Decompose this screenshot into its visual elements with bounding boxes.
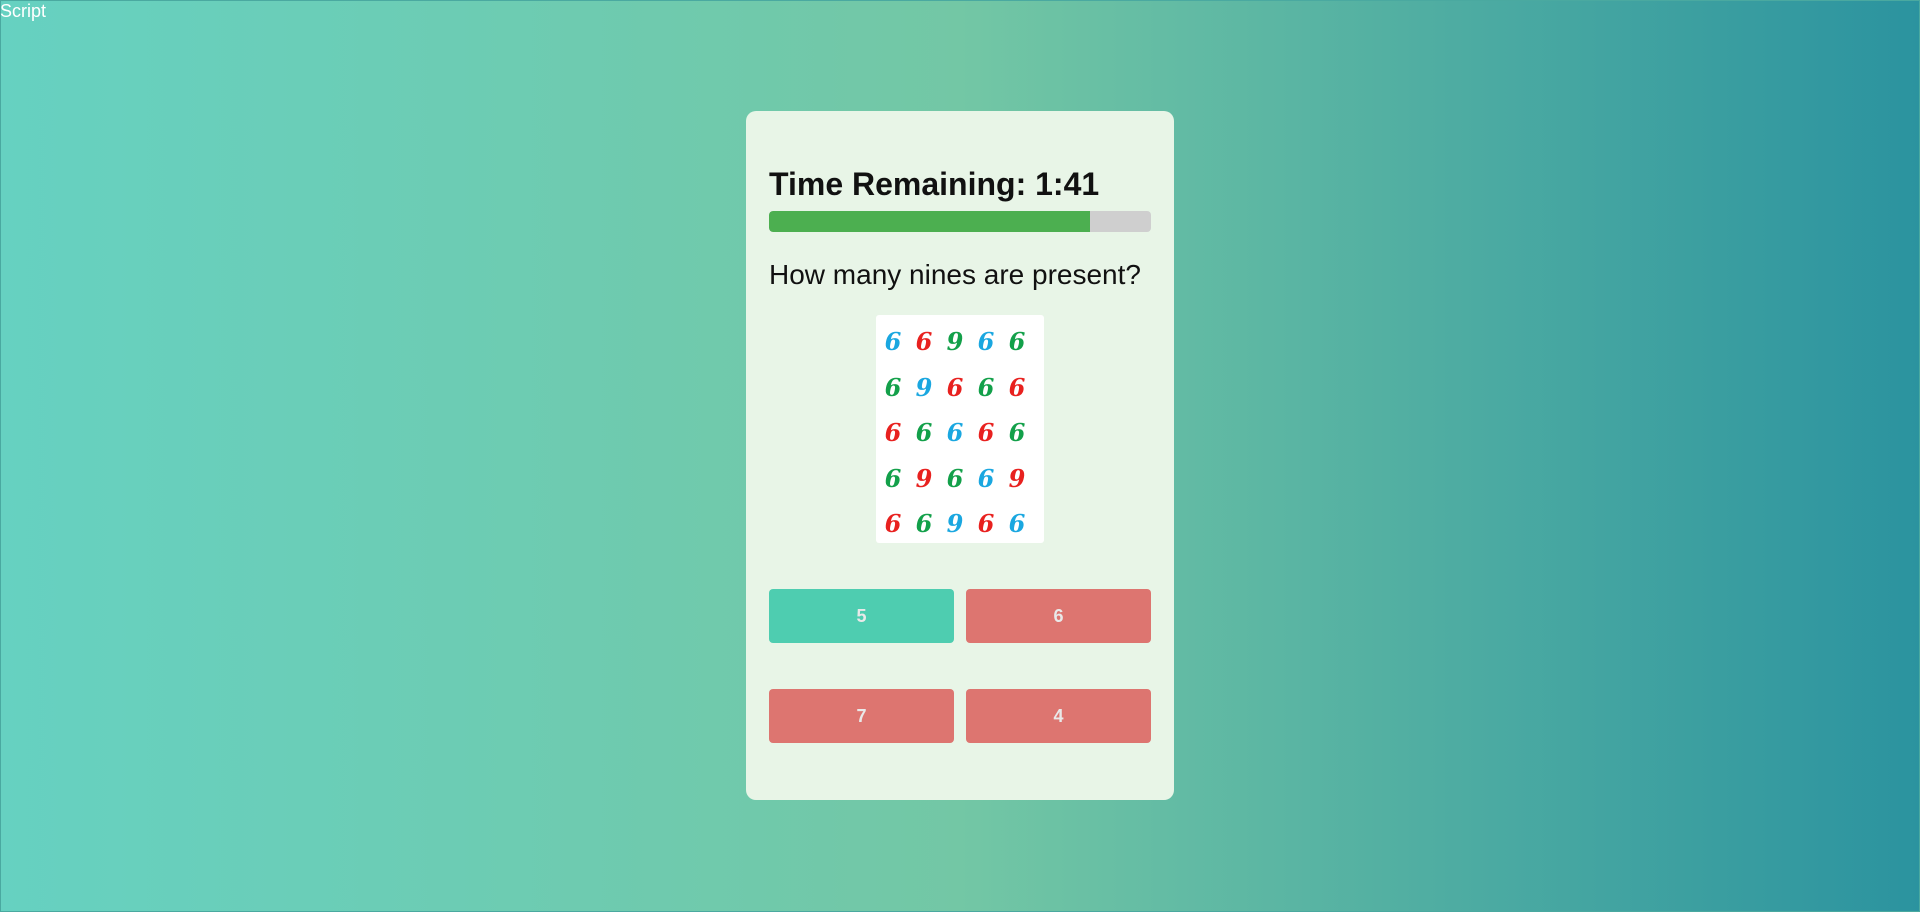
grid-digit: 9 bbox=[1008, 463, 1026, 493]
time-remaining-heading: Time Remaining: 1:41 bbox=[769, 166, 1100, 202]
game-card: Time Remaining: 1:41 How many nines are … bbox=[746, 111, 1174, 800]
answer-button-4[interactable]: 4 bbox=[966, 689, 1151, 743]
grid-digit: 6 bbox=[946, 418, 964, 447]
answer-button-1[interactable]: 5 bbox=[769, 589, 954, 643]
grid-digit: 6 bbox=[884, 463, 902, 493]
grid-digit: 6 bbox=[1008, 327, 1026, 356]
grid-digit: 9 bbox=[946, 327, 964, 356]
grid-digit: 6 bbox=[946, 372, 964, 402]
timer-progress-fill bbox=[769, 211, 1090, 232]
grid-digit: 9 bbox=[946, 509, 964, 538]
grid-digit: 6 bbox=[884, 327, 902, 356]
answer-button-2[interactable]: 6 bbox=[966, 589, 1151, 643]
grid-digit: 6 bbox=[884, 509, 902, 538]
grid-digit: 6 bbox=[946, 463, 964, 493]
grid-digit: 6 bbox=[1008, 509, 1026, 538]
grid-digit: 6 bbox=[884, 418, 902, 447]
grid-digit: 6 bbox=[1008, 372, 1026, 402]
grid-digit: 6 bbox=[915, 418, 933, 447]
grid-digit: 6 bbox=[977, 509, 995, 538]
grid-digit: 9 bbox=[915, 372, 933, 402]
question-text: How many nines are present? bbox=[769, 259, 1141, 290]
grid-digit: 6 bbox=[977, 418, 995, 447]
grid-digit: 6 bbox=[915, 327, 933, 356]
grid-digit: 6 bbox=[1008, 418, 1026, 447]
grid-digit: 6 bbox=[915, 509, 933, 538]
grid-digit: 9 bbox=[915, 463, 933, 493]
digit-grid: 6696669666666666966966966 bbox=[876, 315, 1044, 543]
corner-overlay-text: Script bbox=[0, 1, 47, 21]
grid-digit: 6 bbox=[977, 327, 995, 356]
answer-button-3[interactable]: 7 bbox=[769, 689, 954, 743]
timer-progress-bar bbox=[769, 211, 1151, 232]
grid-digit: 6 bbox=[977, 372, 995, 402]
grid-digit: 6 bbox=[884, 372, 902, 402]
grid-digit: 6 bbox=[977, 463, 995, 493]
